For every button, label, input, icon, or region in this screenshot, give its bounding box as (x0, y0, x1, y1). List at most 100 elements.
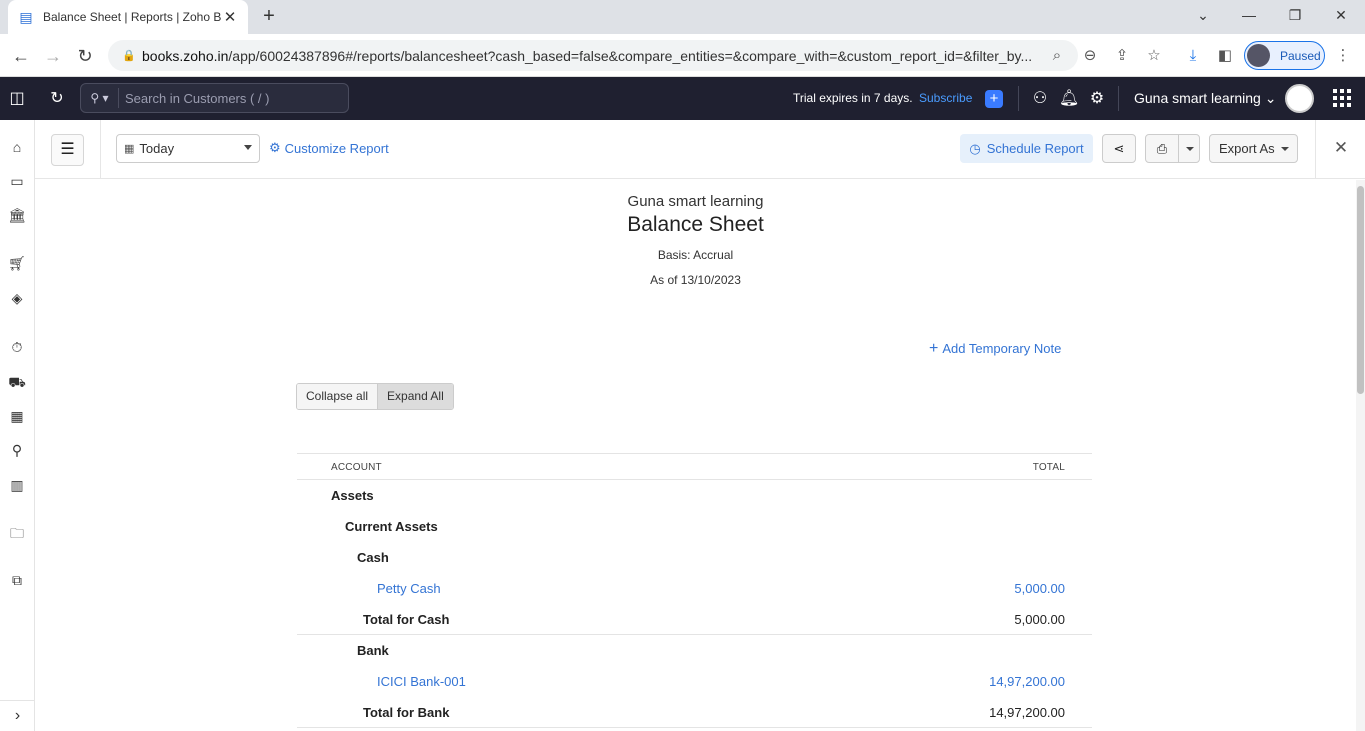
side-panel-icon[interactable]: ◧ (1214, 45, 1236, 67)
vertical-scrollbar[interactable] (1356, 180, 1365, 731)
caret-down-icon (244, 145, 252, 150)
account-name[interactable]: ICICI Bank-001 (377, 674, 466, 689)
quick-create-button[interactable]: + (985, 90, 1003, 108)
purchases-bag-icon[interactable]: ◈ (7, 288, 27, 308)
report-content: Guna smart learning Balance Sheet Basis:… (35, 180, 1356, 731)
time-tracking-icon[interactable]: ⏱︎ (7, 337, 27, 357)
account-column-header: ACCOUNT (331, 462, 382, 473)
close-tab-icon[interactable]: ✕ (222, 8, 238, 26)
search-icon[interactable]: ⚲ ▾ (81, 88, 119, 108)
search-page-icon[interactable]: ⌕ (1046, 45, 1068, 67)
browser-address-bar: ← → ↻ 🔒 books.zoho.in /app/60024387896#/… (0, 34, 1365, 77)
zoho-books-favicon-icon: ▤ (19, 9, 33, 25)
customize-label: Customize Report (284, 140, 389, 156)
share-button[interactable]: ⋖ (1102, 134, 1136, 163)
restore-icon[interactable]: ❐ (1272, 0, 1318, 30)
account-total[interactable]: 14,97,200.00 (989, 674, 1065, 689)
zoom-icon[interactable]: ⊖ (1079, 45, 1101, 67)
left-sidebar: ⌂ ▭ 🏛︎ 🛒︎ ◈ ⏱︎ ⛟ ▦ ⚲ ▥ 🗀 ⧉ › (0, 120, 35, 731)
expand-sidebar-chevron-icon[interactable]: › (0, 700, 35, 730)
schedule-report-button[interactable]: ◷ Schedule Report (960, 134, 1093, 163)
menu-hamburger-icon[interactable]: ☰ (51, 134, 84, 166)
apps-grid-icon[interactable] (1333, 89, 1351, 107)
table-header: ACCOUNT TOTAL (297, 453, 1092, 480)
total-column-header: TOTAL (1032, 462, 1065, 473)
account-name: Assets (331, 488, 374, 503)
users-icon[interactable]: ⚇ (1028, 87, 1052, 111)
reports-chart-icon[interactable]: ▥ (7, 475, 27, 495)
divider (1018, 86, 1019, 111)
gst-filing-icon[interactable]: ▦ (7, 406, 27, 426)
account-name: Bank (357, 643, 389, 658)
table-row[interactable]: Petty Cash 5,000.00 (297, 573, 1092, 604)
divider (1315, 120, 1316, 178)
schedule-label: Schedule Report (986, 141, 1084, 156)
notifications-bell-icon[interactable]: 🔔︎ (1057, 87, 1081, 111)
config-icon[interactable]: ⧉ (7, 570, 27, 590)
banking-icon[interactable]: 🏛︎ (7, 205, 27, 225)
browser-tab[interactable]: ▤ Balance Sheet | Reports | Zoho B ✕ (8, 0, 248, 34)
tab-search-chevron-icon[interactable]: ⌄ (1180, 0, 1226, 30)
sales-cart-icon[interactable]: 🛒︎ (7, 253, 27, 273)
table-row[interactable]: ICICI Bank-001 14,97,200.00 (297, 666, 1092, 697)
profile-status: Paused (1280, 48, 1321, 63)
account-name: Cash (357, 550, 389, 565)
customize-report-link[interactable]: ⚙ Customize Report (269, 140, 389, 156)
account-total: 5,000.00 (1014, 612, 1065, 627)
browser-menu-icon[interactable]: ⋮ (1332, 45, 1354, 67)
share-page-icon[interactable]: ⇪ (1111, 45, 1133, 67)
calendar-icon: ▦ (124, 143, 135, 155)
report-toolbar: ☰ ▦ Today ⚙ Customize Report ◷ Schedule … (35, 120, 1365, 179)
clock-icon: ◷ (969, 140, 981, 156)
url-path: /app/60024387896#/reports/balancesheet?c… (228, 47, 1033, 64)
tab-title: Balance Sheet | Reports | Zoho B (43, 10, 222, 24)
date-range-value: Today (139, 141, 175, 156)
scrollbar-thumb[interactable] (1357, 186, 1364, 394)
reload-icon[interactable]: ↻ (72, 43, 98, 69)
settings-gear-icon[interactable]: ⚙ (1085, 87, 1109, 111)
account-total[interactable]: 5,000.00 (1014, 581, 1065, 596)
close-report-icon[interactable]: ✕ (1331, 138, 1351, 158)
bookmark-star-icon[interactable]: ☆ (1143, 45, 1165, 67)
browser-tab-strip: ▤ Balance Sheet | Reports | Zoho B ✕ + ⌄… (0, 0, 1365, 34)
back-icon[interactable]: ← (8, 43, 34, 69)
search-input[interactable]: ⚲ ▾ Search in Customers ( / ) (80, 83, 349, 113)
table-row: Total for Bank 14,97,200.00 (297, 697, 1092, 728)
download-icon[interactable]: ⤓ (1182, 45, 1204, 67)
expand-all-button[interactable]: Expand All (377, 384, 453, 409)
trial-notice: Trial expires in 7 days. (793, 91, 913, 105)
org-name: Guna smart learning (1134, 90, 1261, 106)
close-window-icon[interactable]: ✕ (1318, 0, 1364, 30)
table-row: Cash (297, 542, 1092, 573)
forward-icon[interactable]: → (40, 43, 66, 69)
new-tab-icon[interactable]: + (258, 5, 280, 27)
minimize-icon[interactable]: — (1226, 0, 1272, 30)
url-field[interactable]: 🔒 books.zoho.in /app/60024387896#/report… (108, 40, 1078, 71)
table-row: Current Assets (297, 511, 1092, 542)
org-switcher[interactable]: Guna smart learning ⌄ (1134, 90, 1276, 107)
export-as-dropdown[interactable]: Export As (1209, 134, 1298, 163)
recent-activity-icon[interactable]: ↻ (45, 87, 69, 111)
documents-folder-icon[interactable]: 🗀 (7, 523, 27, 543)
print-icon[interactable]: ⎙ (1146, 135, 1179, 162)
date-range-select[interactable]: ▦ Today (116, 134, 260, 163)
report-as-of-date: As of 13/10/2023 (650, 273, 741, 287)
e-way-bills-truck-icon[interactable]: ⛟ (7, 372, 27, 392)
profile-avatar (1247, 44, 1270, 67)
print-options-dropdown[interactable] (1179, 135, 1199, 162)
collapse-all-button[interactable]: Collapse all (297, 384, 378, 409)
add-temporary-note-link[interactable]: + Add Temporary Note (929, 340, 1061, 358)
zoho-books-logo-icon[interactable]: ◫ (5, 87, 29, 111)
accountant-icon[interactable]: ⚲ (7, 440, 27, 460)
url-host: books.zoho.in (142, 47, 229, 64)
user-avatar[interactable] (1285, 84, 1314, 113)
account-name: Total for Cash (363, 612, 450, 627)
account-name[interactable]: Petty Cash (377, 581, 441, 596)
items-icon[interactable]: ▭ (7, 171, 27, 191)
collapse-expand-toggle: Collapse all Expand All (296, 383, 454, 410)
report-basis: Basis: Accrual (657, 248, 734, 262)
home-icon[interactable]: ⌂ (7, 137, 27, 157)
lock-icon: 🔒 (122, 50, 136, 62)
profile-button[interactable]: Paused (1244, 41, 1325, 70)
subscribe-link[interactable]: Subscribe (919, 91, 972, 105)
